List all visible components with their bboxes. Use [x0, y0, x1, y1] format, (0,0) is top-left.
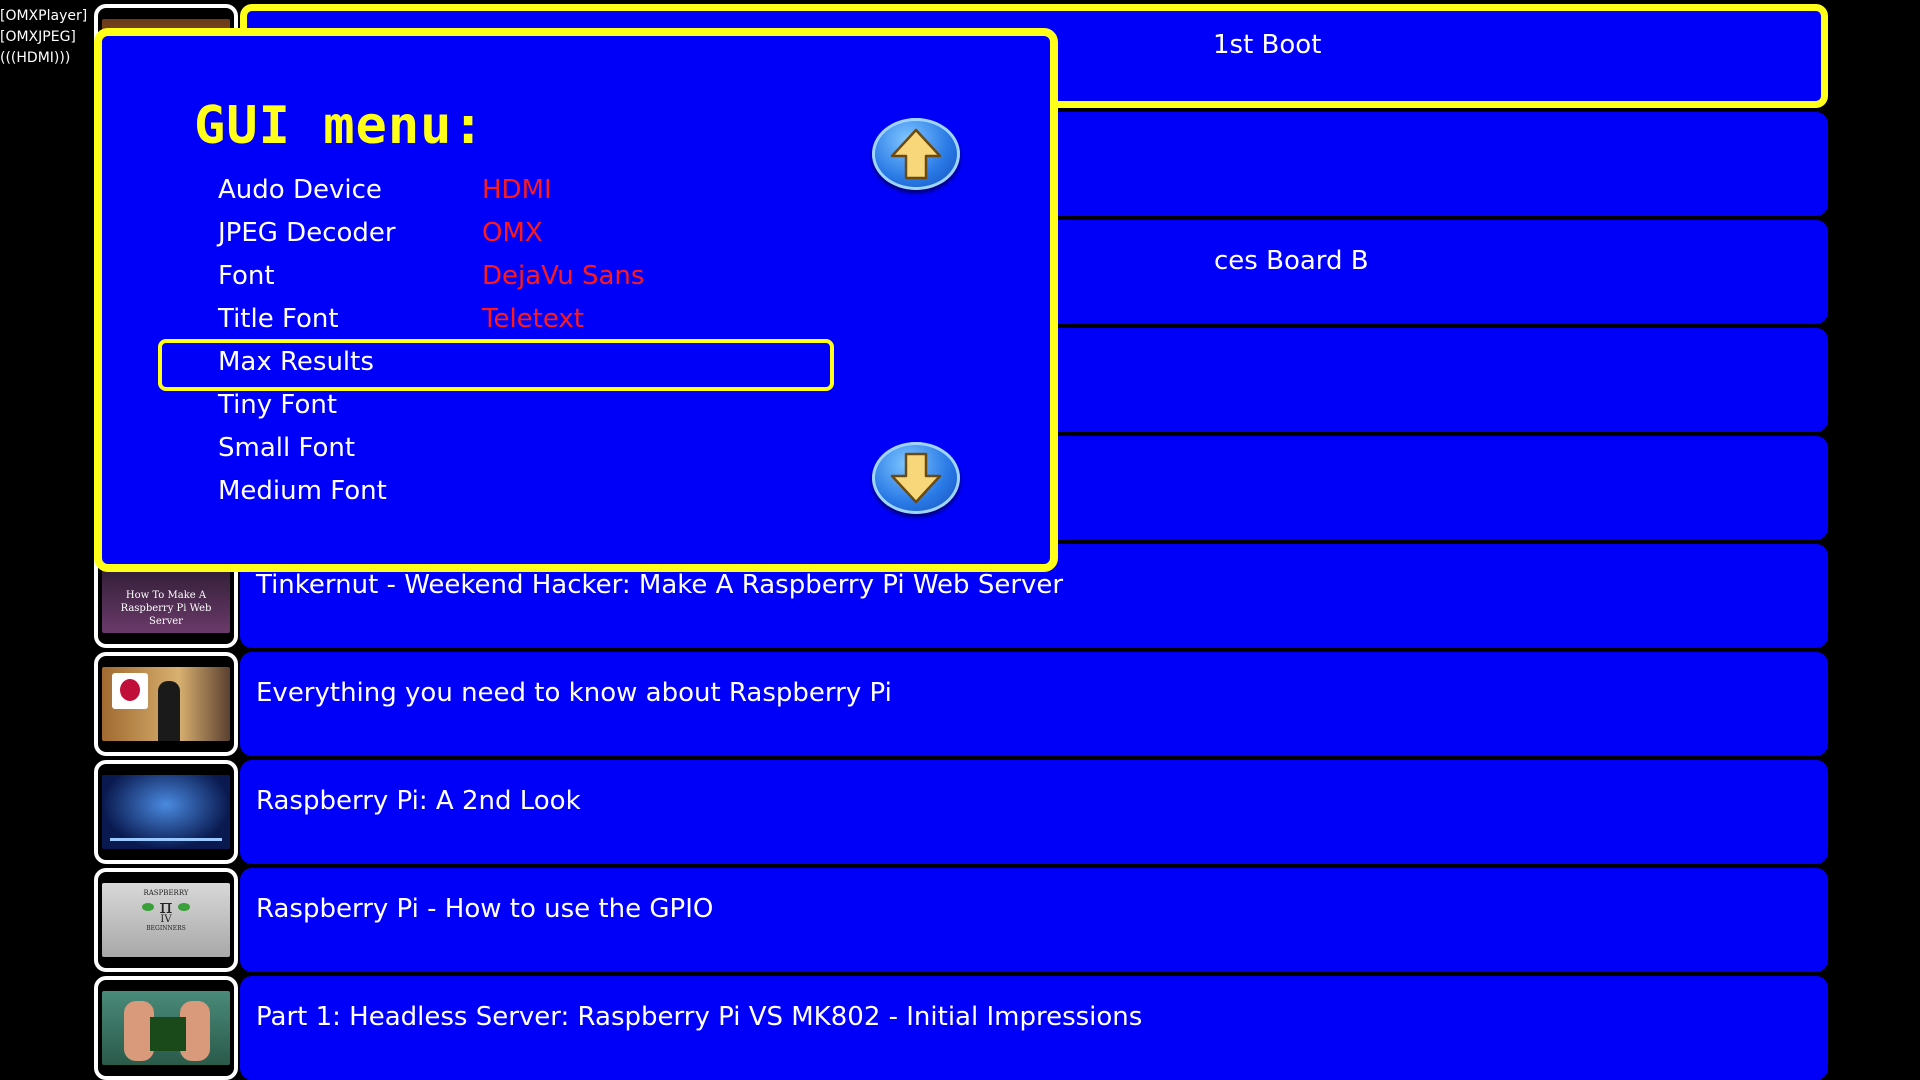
menu-item-label: Max Results [218, 347, 374, 377]
video-thumbnail [102, 991, 230, 1065]
result-title-bar[interactable]: Raspberry Pi - How to use the GPIO [240, 868, 1828, 972]
result-title: 1st Boot [1213, 30, 1322, 60]
menu-item-tiny-font[interactable]: Tiny Font [166, 384, 846, 427]
result-title-bar[interactable]: Part 1: Headless Server: Raspberry Pi VS… [240, 976, 1828, 1080]
result-title-bar[interactable]: Everything you need to know about Raspbe… [240, 652, 1828, 756]
menu-item-jpeg-decoder[interactable]: JPEG Decoder OMX [166, 212, 846, 255]
menu-item-label: JPEG Decoder [218, 218, 396, 248]
scroll-up-button[interactable] [872, 118, 960, 190]
arrow-down-icon [890, 452, 942, 504]
dialog-title: GUI menu: [194, 96, 485, 156]
menu-item-label: Medium Font [218, 476, 387, 506]
result-title: ces Board B [1214, 246, 1369, 276]
menu-item-label: Tiny Font [218, 390, 338, 420]
menu-item-label: Font [218, 261, 275, 291]
menu-item-value: DejaVu Sans [482, 261, 645, 291]
result-title: Part 1: Headless Server: Raspberry Pi VS… [256, 1002, 1143, 1032]
thumb-caption-line: BEGINNERS [146, 925, 186, 932]
result-title: Everything you need to know about Raspbe… [256, 678, 892, 708]
result-row[interactable]: Part 1: Headless Server: Raspberry Pi VS… [94, 976, 1828, 1080]
thumbnail-frame [94, 760, 238, 864]
menu-item-max-results[interactable]: Max Results [158, 339, 846, 391]
thumb-caption-line: IV [160, 914, 172, 925]
menu-item-medium-font[interactable]: Medium Font [166, 470, 846, 513]
menu-item-title-font[interactable]: Title Font Teletext [166, 298, 846, 341]
thumbnail-frame [94, 652, 238, 756]
video-thumbnail: RASPBERRY π IV BEGINNERS [102, 883, 230, 957]
arrow-up-icon [890, 128, 942, 180]
scroll-down-button[interactable] [872, 442, 960, 514]
thumbnail-frame: RASPBERRY π IV BEGINNERS [94, 868, 238, 972]
result-title: Tinkernut - Weekend Hacker: Make A Raspb… [256, 570, 1064, 600]
result-title: Raspberry Pi: A 2nd Look [256, 786, 581, 816]
menu-item-value: Teletext [482, 304, 584, 334]
thumb-caption-line: How To Make A [125, 590, 207, 601]
menu-item-font[interactable]: Font DejaVu Sans [166, 255, 846, 298]
result-row[interactable]: Raspberry Pi: A 2nd Look [94, 760, 1828, 864]
menu-item-small-font[interactable]: Small Font [166, 427, 846, 470]
result-row[interactable]: Everything you need to know about Raspbe… [94, 652, 1828, 756]
gui-menu-dialog: GUI menu: Audo Device HDMI JPEG Decoder … [94, 28, 1058, 572]
video-thumbnail [102, 667, 230, 741]
menu-item-value: HDMI [482, 175, 552, 205]
result-title-bar[interactable]: Raspberry Pi: A 2nd Look [240, 760, 1828, 864]
thumb-caption-line: π [159, 894, 173, 918]
result-title: Raspberry Pi - How to use the GPIO [256, 894, 714, 924]
result-row[interactable]: RASPBERRY π IV BEGINNERS Raspberry Pi - … [94, 868, 1828, 972]
menu-item-value: OMX [482, 218, 543, 248]
menu-item-label: Title Font [218, 304, 339, 334]
thumbnail-frame [94, 976, 238, 1080]
menu-item-audio-device[interactable]: Audo Device HDMI [166, 169, 846, 212]
menu-item-label: Audo Device [218, 175, 382, 205]
menu-item-label: Small Font [218, 433, 356, 463]
video-thumbnail [102, 775, 230, 849]
thumb-caption-line: Raspberry Pi Web Server [120, 603, 212, 627]
settings-menu: Audo Device HDMI JPEG Decoder OMX Font D… [158, 169, 846, 513]
